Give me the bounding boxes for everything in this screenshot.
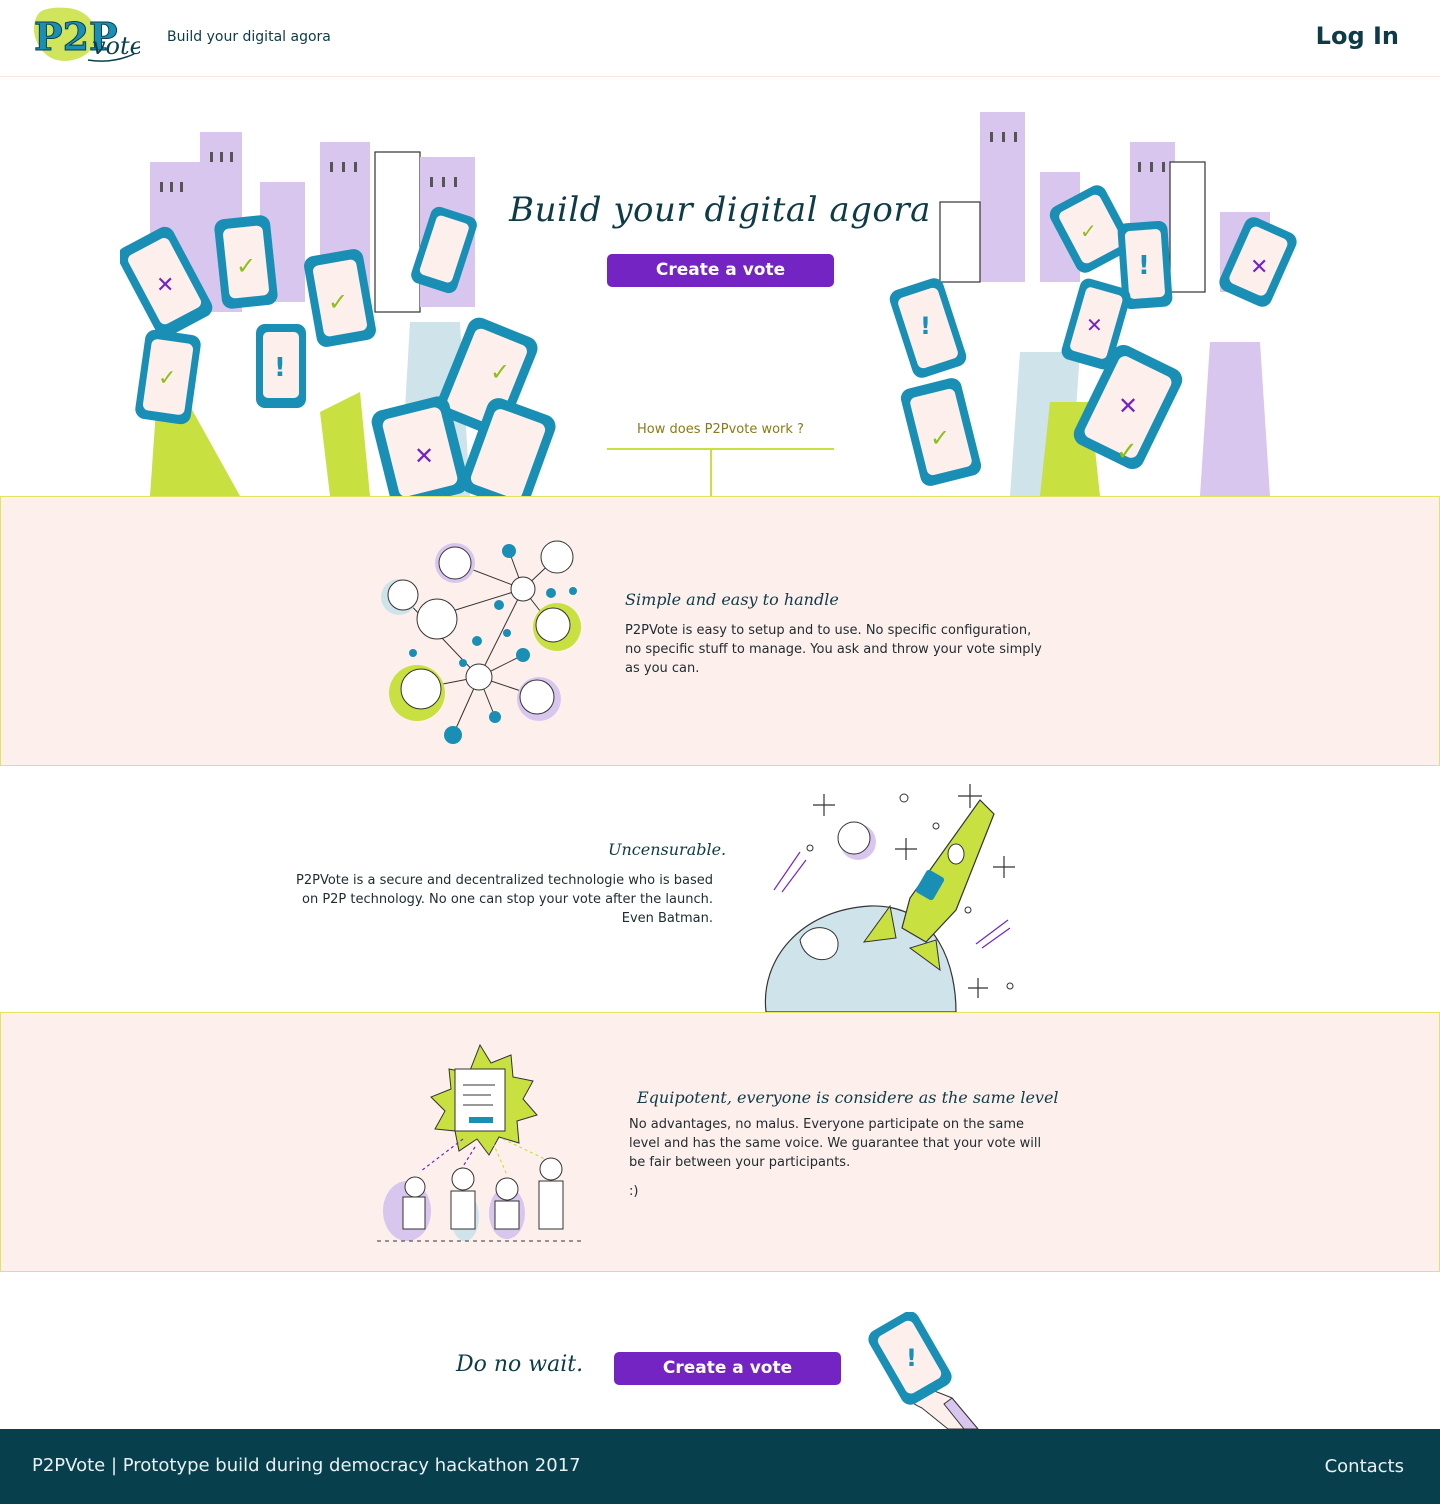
site-footer: P2PVote | Prototype build during democra…: [0, 1429, 1440, 1504]
svg-text:✓: ✓: [158, 366, 176, 391]
city-hands-left-illustration: ✕ ✓ ✓ ✓ ! ✓ ✕: [120, 92, 560, 496]
svg-text:✓: ✓: [930, 424, 950, 452]
svg-text:✕: ✕: [1118, 392, 1138, 420]
network-people-illustration: [377, 537, 591, 749]
create-vote-bottom-button[interactable]: Create a vote: [614, 1352, 841, 1385]
feature-uncensurable-section: Uncensurable. P2PVote is a secure and de…: [0, 766, 1440, 1012]
svg-text:✓: ✓: [236, 252, 256, 280]
svg-text:✓: ✓: [328, 288, 348, 316]
hero-section: ✕ ✓ ✓ ✓ ! ✓ ✕ ! ✓ ! ✕ ✕ ✓ ✕ ✓ Build your…: [0, 77, 1440, 496]
contacts-link[interactable]: Contacts: [1325, 1456, 1404, 1477]
how-it-works-link[interactable]: How does P2Pvote work ?: [607, 422, 834, 437]
hero-title: Build your digital agora: [509, 190, 931, 230]
feature-simple-section: Simple and easy to handle P2PVote is eas…: [0, 496, 1440, 766]
create-vote-button[interactable]: Create a vote: [607, 254, 834, 287]
city-hands-right-illustration: ! ✓ ! ✕ ✕ ✓ ✕ ✓: [880, 102, 1310, 496]
logo-icon[interactable]: P2P vote!: [28, 4, 140, 70]
rocket-planet-illustration: [760, 780, 1030, 1012]
header-tagline: Build your digital agora: [167, 29, 331, 45]
svg-text:✕: ✕: [414, 442, 434, 470]
login-button[interactable]: Log In: [1316, 22, 1399, 50]
bottom-cta-section: Do no wait. Create a vote !: [0, 1272, 1440, 1429]
feature-simple-title: Simple and easy to handle: [625, 590, 839, 609]
feature-equipotent-text: No advantages, no malus. Everyone partic…: [629, 1117, 1042, 1170]
feature-equipotent-smiley: :): [629, 1184, 639, 1199]
feature-simple-text: P2PVote is easy to setup and to use. No …: [625, 623, 1042, 676]
svg-text:!: !: [906, 1344, 917, 1372]
voting-people-illustration: [377, 1041, 583, 1245]
svg-text:✕: ✕: [1086, 313, 1103, 337]
svg-text:✓: ✓: [1116, 437, 1138, 467]
svg-text:vote!: vote!: [92, 32, 140, 60]
how-divider-stem: [710, 450, 712, 496]
site-header: P2P vote! Build your digital agora Log I…: [0, 0, 1440, 77]
hand-phone-illustration: !: [868, 1312, 998, 1429]
svg-text:✓: ✓: [490, 358, 510, 386]
feature-equipotent-title: Equipotent, everyone is considere as the…: [637, 1088, 1059, 1107]
svg-text:!: !: [274, 353, 286, 383]
do-not-wait-text: Do no wait.: [456, 1352, 584, 1377]
feature-equipotent-section: Equipotent, everyone is considere as the…: [0, 1012, 1440, 1272]
svg-text:!: !: [1138, 251, 1150, 281]
how-divider-line: [607, 448, 834, 450]
feature-uncensurable-text: P2PVote is a secure and decentralized te…: [296, 873, 713, 926]
footer-credit-text: P2PVote | Prototype build during democra…: [32, 1455, 581, 1476]
svg-text:✕: ✕: [1250, 255, 1268, 280]
feature-uncensurable-title: Uncensurable.: [608, 840, 727, 859]
svg-text:!: !: [920, 312, 931, 340]
svg-text:✕: ✕: [156, 273, 174, 298]
